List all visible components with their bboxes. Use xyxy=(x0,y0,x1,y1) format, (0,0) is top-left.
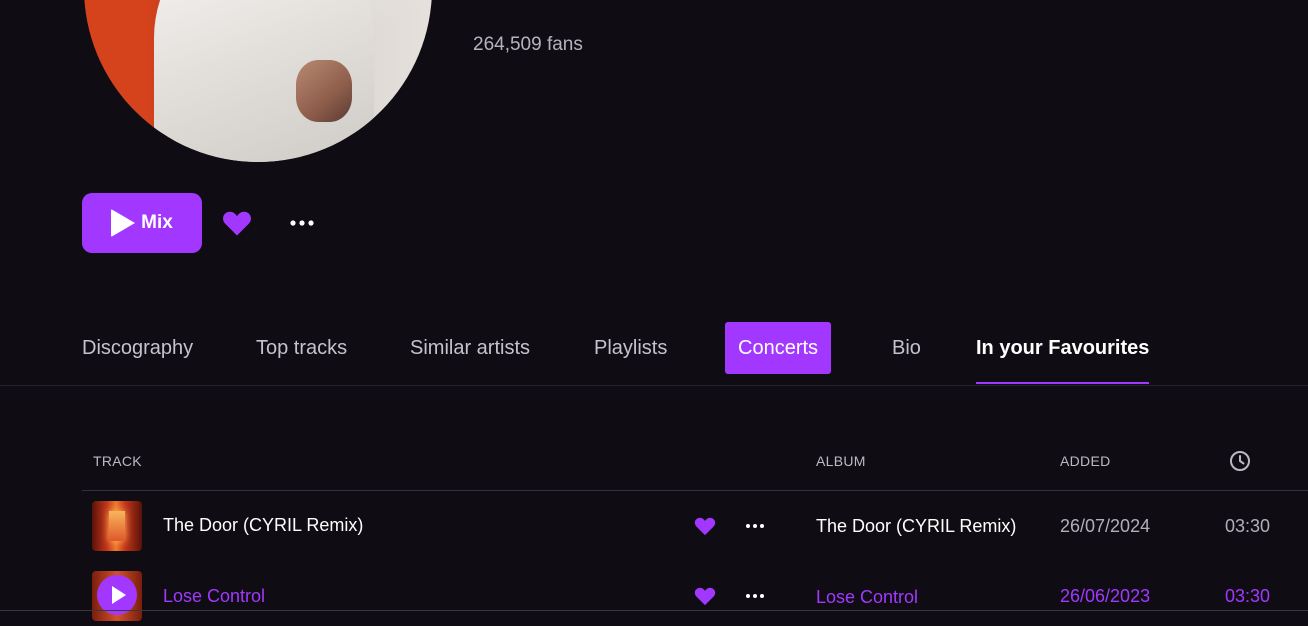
track-title[interactable]: The Door (CYRIL Remix) xyxy=(163,515,363,536)
cover-art-door xyxy=(109,511,125,541)
play-icon xyxy=(111,209,136,237)
tab-discography[interactable]: Discography xyxy=(82,322,193,374)
track-album[interactable]: Lose Control xyxy=(816,587,918,608)
track-added-date: 26/07/2024 xyxy=(1060,516,1151,536)
tab-concerts[interactable]: Concerts xyxy=(725,322,832,374)
tab-similar-artists[interactable]: Similar artists xyxy=(410,322,530,374)
table-header-divider xyxy=(82,490,1308,491)
play-icon[interactable] xyxy=(97,575,137,615)
mix-button[interactable]: Mix xyxy=(82,193,202,253)
tab-in-your-favourites[interactable]: In your Favourites xyxy=(976,322,1150,384)
track-added-date: 26/06/2023 xyxy=(1060,586,1151,606)
more-dots-icon[interactable] xyxy=(289,218,315,228)
track-title[interactable]: Lose Control xyxy=(163,586,265,607)
fans-count: 264,509 fans xyxy=(473,34,583,55)
tab-playlists[interactable]: Playlists xyxy=(594,322,667,374)
artist-avatar xyxy=(84,0,432,162)
tab-top-tracks[interactable]: Top tracks xyxy=(256,322,347,374)
track-cover[interactable] xyxy=(92,571,142,621)
artist-tabs: Discography Top tracks Similar artists P… xyxy=(0,322,1308,386)
heart-icon[interactable] xyxy=(222,209,252,237)
tab-bio[interactable]: Bio xyxy=(892,322,921,374)
table-row[interactable]: Lose Control Lose Control 26/06/2023 03:… xyxy=(0,566,1308,626)
track-duration: 03:30 xyxy=(1225,586,1271,606)
column-header-track[interactable]: TRACK xyxy=(93,453,142,469)
artist-photo-hands xyxy=(296,60,352,122)
bottom-divider xyxy=(0,610,1308,611)
more-dots-icon[interactable] xyxy=(745,592,765,600)
track-duration: 03:30 xyxy=(1225,516,1271,536)
column-header-album[interactable]: ALBUM xyxy=(816,453,866,469)
heart-icon[interactable] xyxy=(694,516,716,536)
track-cover[interactable] xyxy=(92,501,142,551)
clock-icon[interactable] xyxy=(1229,450,1251,472)
tabs-divider xyxy=(0,385,1308,386)
heart-icon[interactable] xyxy=(694,586,716,606)
column-header-added[interactable]: ADDED xyxy=(1060,453,1111,469)
more-dots-icon[interactable] xyxy=(745,522,765,530)
table-row[interactable]: The Door (CYRIL Remix) The Door (CYRIL R… xyxy=(0,496,1308,556)
track-album[interactable]: The Door (CYRIL Remix) xyxy=(816,516,1016,537)
mix-button-label: Mix xyxy=(141,212,173,233)
